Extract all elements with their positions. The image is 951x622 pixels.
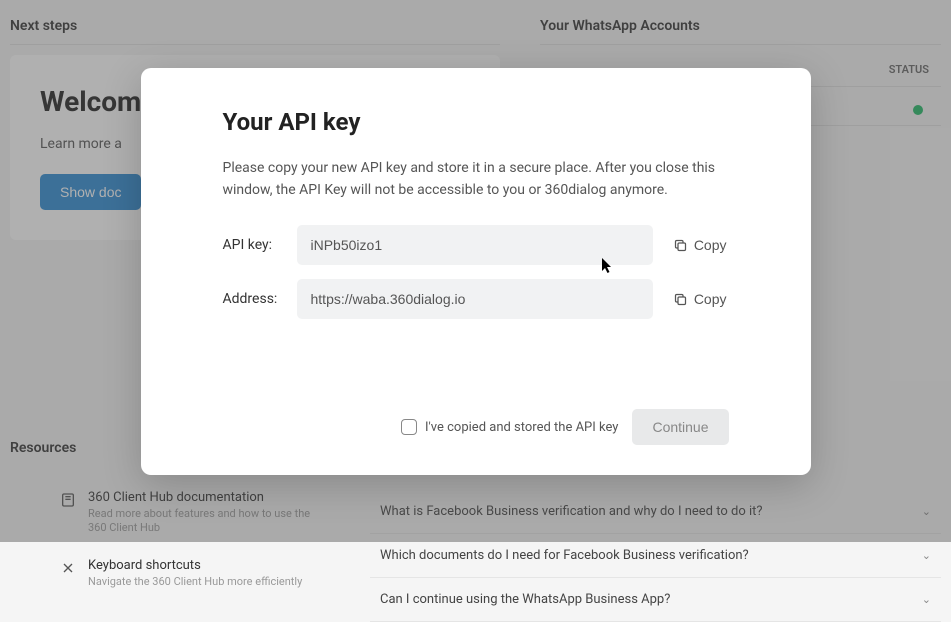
faq-question: Which documents do I need for Facebook B… xyxy=(380,548,749,563)
modal-description: Please copy your new API key and store i… xyxy=(223,158,729,201)
keyboard-icon xyxy=(60,560,76,576)
api-key-row: API key: Copy xyxy=(223,225,729,265)
resource-item-sub: Navigate the 360 Client Hub more efficie… xyxy=(88,575,302,589)
address-label: Address: xyxy=(223,291,289,307)
chevron-down-icon: ⌄ xyxy=(922,549,931,562)
copy-label: Copy xyxy=(694,291,727,307)
address-field[interactable] xyxy=(297,279,653,319)
resource-item[interactable]: Keyboard shortcuts Navigate the 360 Clie… xyxy=(60,558,330,589)
copy-label: Copy xyxy=(694,237,727,253)
modal-overlay: Your API key Please copy your new API ke… xyxy=(0,0,951,542)
copy-icon xyxy=(673,238,688,253)
modal-title: Your API key xyxy=(223,108,729,136)
chevron-down-icon: ⌄ xyxy=(922,593,931,606)
address-row: Address: Copy xyxy=(223,279,729,319)
faq-item[interactable]: Can I continue using the WhatsApp Busine… xyxy=(370,578,941,622)
continue-button[interactable]: Continue xyxy=(632,409,728,445)
confirm-stored-label: I've copied and stored the API key xyxy=(425,420,618,435)
modal-footer: I've copied and stored the API key Conti… xyxy=(223,409,729,445)
confirm-stored-checkbox[interactable] xyxy=(401,419,417,435)
confirm-stored-wrap[interactable]: I've copied and stored the API key xyxy=(401,419,618,435)
api-key-modal: Your API key Please copy your new API ke… xyxy=(141,68,811,475)
copy-api-key-button[interactable]: Copy xyxy=(671,233,729,257)
api-key-field[interactable] xyxy=(297,225,653,265)
copy-icon xyxy=(673,292,688,307)
faq-question: Can I continue using the WhatsApp Busine… xyxy=(380,592,670,607)
copy-address-button[interactable]: Copy xyxy=(671,287,729,311)
resource-item-title: Keyboard shortcuts xyxy=(88,558,302,573)
api-key-label: API key: xyxy=(223,237,289,253)
